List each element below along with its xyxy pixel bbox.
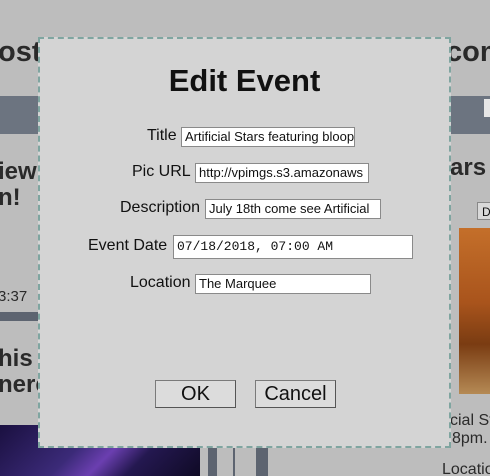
background-column — [256, 448, 268, 476]
background-poster-image — [459, 228, 490, 394]
background-divider — [0, 312, 40, 321]
event-date-label: Event Date — [88, 237, 168, 254]
background-column — [233, 448, 235, 476]
dialog-title: Edit Event — [168, 63, 321, 98]
background-heading: n! — [0, 184, 21, 211]
background-nav-button — [484, 99, 490, 117]
pic-url-label: Pic URL — [132, 163, 191, 180]
description-input[interactable]: July 18th come see Artificial — [205, 199, 381, 219]
background-text: 8pm. — [452, 430, 488, 447]
background-heading: com — [446, 36, 490, 68]
background-small-button: D — [477, 202, 490, 220]
background-time: 3:37 — [0, 288, 28, 305]
background-text: Locatio — [442, 461, 490, 476]
title-input[interactable]: Artificial Stars featuring bloop — [181, 127, 355, 147]
location-input[interactable]: The Marquee — [195, 274, 371, 294]
description-label: Description — [120, 199, 201, 216]
location-label: Location — [130, 274, 191, 291]
background-text: cial St — [450, 412, 490, 429]
pic-url-input[interactable]: http://vpimgs.s3.amazonaws — [195, 163, 369, 183]
event-date-input[interactable]: 07/18/2018, 07:00 AM — [173, 235, 413, 259]
title-label: Title — [147, 127, 177, 144]
background-heading: ars — [450, 154, 487, 181]
ok-button[interactable]: OK — [155, 380, 236, 408]
background-heading: iew — [0, 158, 37, 185]
background-heading: ost — [0, 36, 42, 68]
background-column — [208, 448, 217, 476]
cancel-button[interactable]: Cancel — [255, 380, 336, 408]
edit-event-dialog: Edit Event Title Artificial Stars featur… — [38, 37, 451, 448]
background-heading: his — [0, 345, 33, 372]
